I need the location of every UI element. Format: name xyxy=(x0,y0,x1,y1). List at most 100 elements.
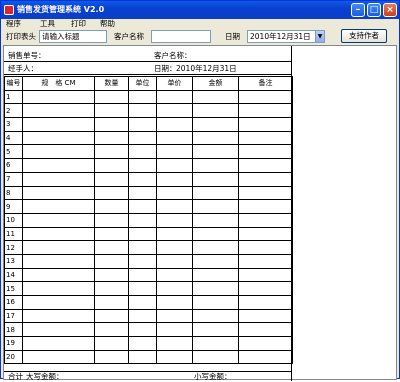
table-cell[interactable] xyxy=(238,144,293,160)
table-cell[interactable] xyxy=(128,117,157,132)
table-cell[interactable] xyxy=(156,158,193,173)
table-cell[interactable] xyxy=(128,171,157,187)
table-cell[interactable] xyxy=(238,295,293,310)
table-cell[interactable] xyxy=(156,199,193,214)
table-cell[interactable] xyxy=(94,226,129,242)
title-bar[interactable]: 销售发货管理系统 V2.0 – □ × xyxy=(1,1,399,19)
table-cell[interactable] xyxy=(128,281,157,296)
table-cell[interactable] xyxy=(22,171,95,187)
table-cell[interactable] xyxy=(128,199,157,214)
table-cell[interactable] xyxy=(128,158,157,173)
table-cell[interactable] xyxy=(238,349,293,365)
chevron-down-icon[interactable]: ▼ xyxy=(315,31,324,42)
table-cell[interactable] xyxy=(22,117,95,132)
table-cell[interactable] xyxy=(128,144,157,160)
table-cell[interactable] xyxy=(156,171,193,187)
table-cell[interactable] xyxy=(192,322,239,338)
table-cell[interactable] xyxy=(128,240,157,255)
table-cell[interactable] xyxy=(238,117,293,132)
table-cell[interactable] xyxy=(94,199,129,214)
table-cell[interactable] xyxy=(94,322,129,338)
menu-program[interactable]: 程序 xyxy=(6,19,21,29)
table-cell[interactable] xyxy=(94,336,129,351)
table-cell[interactable] xyxy=(156,117,193,132)
table-cell[interactable] xyxy=(22,103,95,119)
table-cell[interactable] xyxy=(192,158,239,173)
table-cell[interactable] xyxy=(192,144,239,160)
table-cell[interactable] xyxy=(94,253,129,269)
table-cell[interactable] xyxy=(94,185,129,201)
table-cell[interactable] xyxy=(94,349,129,365)
table-cell[interactable] xyxy=(128,349,157,365)
minimize-icon[interactable]: – xyxy=(351,3,365,17)
table-cell[interactable] xyxy=(128,295,157,310)
table-cell[interactable] xyxy=(156,253,193,269)
table-cell[interactable] xyxy=(156,103,193,119)
table-cell[interactable] xyxy=(94,117,129,132)
table-cell[interactable] xyxy=(238,308,293,324)
table-cell[interactable] xyxy=(128,226,157,242)
table-cell[interactable] xyxy=(238,267,293,283)
support-author-button[interactable]: 支持作者 xyxy=(341,29,387,43)
table-cell[interactable] xyxy=(156,322,193,338)
table-cell[interactable] xyxy=(238,199,293,214)
table-cell[interactable] xyxy=(22,349,95,365)
table-cell[interactable] xyxy=(192,281,239,296)
table-cell[interactable] xyxy=(94,212,129,228)
close-icon[interactable]: × xyxy=(383,3,397,17)
table-cell[interactable] xyxy=(22,322,95,338)
table-cell[interactable] xyxy=(94,89,129,105)
table-cell[interactable] xyxy=(128,185,157,201)
table-cell[interactable] xyxy=(156,226,193,242)
table-cell[interactable] xyxy=(128,130,157,146)
table-cell[interactable] xyxy=(156,349,193,365)
table-cell[interactable] xyxy=(94,267,129,283)
table-cell[interactable] xyxy=(192,336,239,351)
table-cell[interactable] xyxy=(22,199,95,214)
table-cell[interactable] xyxy=(94,130,129,146)
table-cell[interactable] xyxy=(238,336,293,351)
table-cell[interactable] xyxy=(156,267,193,283)
table-cell[interactable] xyxy=(192,240,239,255)
table-cell[interactable] xyxy=(94,281,129,296)
table-cell[interactable] xyxy=(156,281,193,296)
table-cell[interactable] xyxy=(156,336,193,351)
table-cell[interactable] xyxy=(238,89,293,105)
table-cell[interactable] xyxy=(94,240,129,255)
table-cell[interactable] xyxy=(238,158,293,173)
table-cell[interactable] xyxy=(22,253,95,269)
table-cell[interactable] xyxy=(192,349,239,365)
table-cell[interactable] xyxy=(192,308,239,324)
table-cell[interactable] xyxy=(238,212,293,228)
table-cell[interactable] xyxy=(22,240,95,255)
table-cell[interactable] xyxy=(238,322,293,338)
table-cell[interactable] xyxy=(238,226,293,242)
table-cell[interactable] xyxy=(156,185,193,201)
table-cell[interactable] xyxy=(22,212,95,228)
table-cell[interactable] xyxy=(128,212,157,228)
table-cell[interactable] xyxy=(192,171,239,187)
table-cell[interactable] xyxy=(156,89,193,105)
table-cell[interactable] xyxy=(22,144,95,160)
date-picker[interactable]: 2010年12月31日 ▼ xyxy=(247,30,325,43)
table-cell[interactable] xyxy=(22,295,95,310)
table-cell[interactable] xyxy=(156,212,193,228)
menu-print[interactable]: 打印 xyxy=(71,19,86,29)
table-cell[interactable] xyxy=(128,336,157,351)
table-cell[interactable] xyxy=(94,171,129,187)
table-cell[interactable] xyxy=(238,171,293,187)
table-cell[interactable] xyxy=(94,308,129,324)
table-cell[interactable] xyxy=(192,89,239,105)
table-cell[interactable] xyxy=(192,295,239,310)
table-cell[interactable] xyxy=(94,295,129,310)
table-cell[interactable] xyxy=(238,253,293,269)
table-cell[interactable] xyxy=(22,281,95,296)
table-cell[interactable] xyxy=(128,308,157,324)
table-cell[interactable] xyxy=(22,308,95,324)
table-cell[interactable] xyxy=(128,322,157,338)
menu-tools[interactable]: 工具 xyxy=(40,19,55,29)
table-cell[interactable] xyxy=(156,144,193,160)
menu-help[interactable]: 帮助 xyxy=(100,19,115,29)
table-cell[interactable] xyxy=(192,226,239,242)
table-cell[interactable] xyxy=(156,240,193,255)
